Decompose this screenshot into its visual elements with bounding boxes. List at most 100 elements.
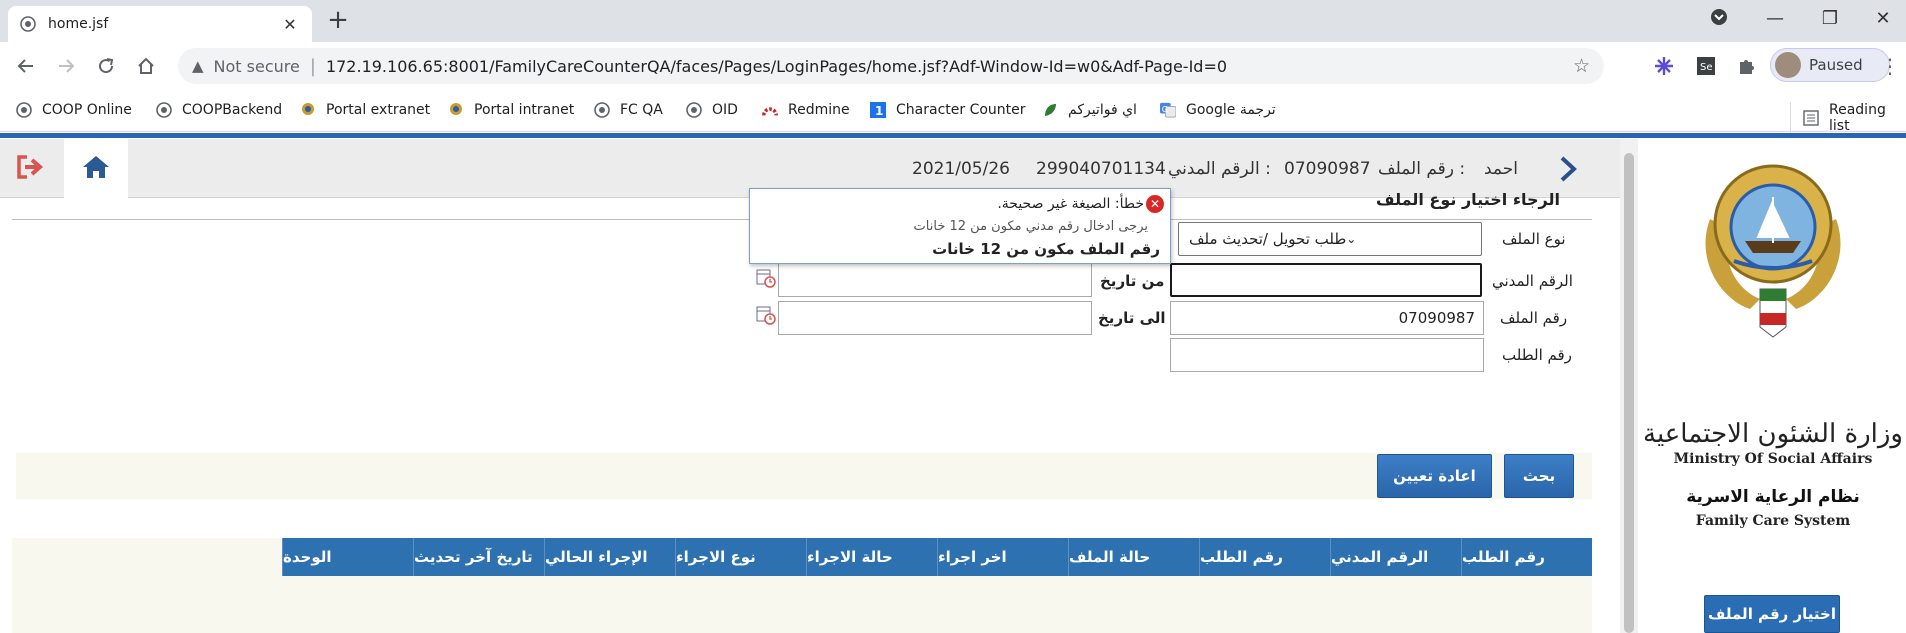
home-browser-icon[interactable]	[132, 52, 160, 80]
error-message: رقم الملف مكون من 12 خانات	[932, 240, 1160, 258]
selenium-icon[interactable]: Se	[1694, 54, 1718, 78]
column-header[interactable]: رقم الطلب	[1199, 538, 1330, 576]
url-text: 172.19.106.65:8001/FamilyCareCounterQA/f…	[325, 56, 1228, 76]
top-accent-bar	[0, 133, 1906, 138]
profile-button[interactable]: Paused	[1770, 48, 1890, 82]
civil-id-input[interactable]	[1170, 263, 1482, 297]
minimize-icon[interactable]: —	[1760, 8, 1790, 29]
header-user-name: احمد	[1484, 159, 1518, 179]
browser-tab[interactable]: home.jsf ✕	[8, 6, 312, 42]
request-no-input[interactable]	[1170, 338, 1484, 372]
to-date-input[interactable]	[778, 301, 1092, 335]
header-date: 2021/05/26	[912, 159, 1010, 179]
header-file-label: رقم الملف :	[1378, 159, 1466, 179]
bookmark-item[interactable]: FC QA	[594, 102, 663, 118]
column-header[interactable]: حالة الاجراء	[806, 538, 937, 576]
svg-text:1: 1	[875, 104, 883, 118]
reading-list[interactable]: Reading list	[1790, 102, 1906, 134]
file-type-label: نوع الملف	[1502, 230, 1566, 248]
address-bar[interactable]: ▲ Not secure | 172.19.106.65:8001/Family…	[178, 48, 1604, 84]
column-header[interactable]: تاريخ آخر تحديث	[413, 538, 544, 576]
browser-menu-icon[interactable]: ⋮	[1880, 54, 1900, 78]
file-type-value: طلب تحويل /تحديث ملف	[1189, 230, 1347, 248]
file-type-select[interactable]: طلب تحويل /تحديث ملف ⌄	[1178, 222, 1482, 256]
column-header[interactable]: حالة الملف	[1068, 538, 1199, 576]
sidebar-panel	[1640, 139, 1906, 633]
emblem-icon	[300, 102, 316, 118]
column-header[interactable]: نوع الاجراء	[675, 538, 806, 576]
select-file-button[interactable]: اختيار رقم الملف	[1704, 595, 1840, 633]
column-header[interactable]: الإجراء الحالي	[544, 538, 675, 576]
bookmarks-bar: COOP Online COOPBackend Portal extranet …	[0, 90, 1906, 134]
error-popup: ✕ خطأ: الصيغة غير صحيحة. يرجى ادخال رقم …	[749, 188, 1171, 264]
error-title: خطأ: الصيغة غير صحيحة.	[997, 196, 1144, 212]
bookmark-item[interactable]: OID	[686, 102, 738, 118]
error-title-row: ✕ خطأ: الصيغة غير صحيحة.	[997, 195, 1164, 213]
reset-button[interactable]: اعادة تعيين	[1377, 454, 1492, 498]
file-no-input[interactable]	[1170, 301, 1484, 335]
number-one-icon: 1	[870, 102, 886, 118]
request-no-label: رقم الطلب	[1502, 346, 1572, 364]
reload-icon[interactable]	[92, 52, 120, 80]
chevron-right-icon[interactable]	[1558, 155, 1578, 187]
bookmark-item[interactable]: COOPBackend	[156, 102, 282, 118]
ministry-name-en: Ministry Of Social Affairs	[1673, 451, 1873, 467]
reading-list-icon	[1803, 110, 1819, 126]
warning-icon: ▲	[192, 57, 204, 75]
forward-icon[interactable]	[52, 52, 80, 80]
kuwait-emblem-logo	[1705, 164, 1841, 338]
home-button[interactable]	[64, 139, 128, 198]
header-civil-label: الرقم المدني :	[1168, 159, 1271, 179]
extensions-puzzle-icon[interactable]	[1734, 54, 1758, 78]
error-detail: يرجى ادخال رقم مدني مكون من 12 خانات	[913, 219, 1148, 234]
calendar-icon[interactable]	[756, 268, 778, 290]
globe-icon	[686, 102, 702, 118]
from-date-input[interactable]	[778, 263, 1092, 297]
tab-search-icon[interactable]	[1704, 8, 1734, 31]
close-tab-icon[interactable]: ✕	[280, 15, 300, 34]
column-header[interactable]: الرقم المدني	[1330, 538, 1461, 576]
back-icon[interactable]	[12, 52, 40, 80]
to-date-label: الى تاريخ	[1098, 309, 1166, 327]
svg-text:G: G	[1162, 105, 1168, 114]
column-header[interactable]: رقم الطلب	[1461, 538, 1592, 576]
bookmark-item[interactable]: Portal extranet	[300, 102, 430, 118]
bookmark-item[interactable]: اي فواتيركم	[1042, 102, 1137, 118]
restore-icon[interactable]: ❐	[1815, 8, 1845, 29]
from-date-label: من تاريخ	[1100, 272, 1165, 290]
system-name-en: Family Care System	[1695, 513, 1851, 529]
system-name-ar: نظام الرعاية الاسرية	[1686, 487, 1860, 507]
close-window-icon[interactable]: ✕	[1868, 8, 1898, 29]
civil-id-label: الرقم المدني	[1492, 272, 1573, 290]
bookmark-item[interactable]: 1 Character Counter	[870, 102, 1026, 118]
ministry-arabic-calligraphy: وزارة الشئون الاجتماعية	[1643, 419, 1903, 449]
avatar	[1775, 52, 1801, 78]
column-header[interactable]: الوحدة	[282, 538, 413, 576]
column-header[interactable]: اخر اجراء	[937, 538, 1068, 576]
extension-sparkle-icon[interactable]	[1652, 54, 1676, 78]
scrollbar-thumb[interactable]	[1624, 153, 1634, 633]
header-civil-value: 299040701134	[1036, 159, 1166, 179]
globe-icon	[20, 16, 36, 32]
star-icon[interactable]: ☆	[1573, 55, 1590, 77]
error-icon: ✕	[1146, 195, 1164, 213]
bookmark-item[interactable]: COOP Online	[16, 102, 132, 118]
emblem-icon	[448, 102, 464, 118]
button-band	[16, 453, 1592, 499]
bookmark-item[interactable]: Redmine	[762, 102, 850, 118]
header-file-value: 07090987	[1284, 159, 1371, 179]
redmine-icon	[762, 102, 778, 118]
form-title: الرجاء اختيار نوع الملف	[1376, 190, 1560, 209]
leaf-icon	[1042, 102, 1058, 118]
globe-icon	[156, 102, 172, 118]
globe-icon	[16, 102, 32, 118]
bookmark-item[interactable]: Portal intranet	[448, 102, 574, 118]
calendar-icon[interactable]	[756, 305, 778, 327]
logout-icon[interactable]	[10, 147, 50, 187]
bookmark-item[interactable]: G Google ترجمة	[1160, 102, 1276, 118]
not-secure-label: Not secure	[213, 56, 300, 76]
search-button[interactable]: بحث	[1504, 454, 1574, 498]
svg-text:Se: Se	[1700, 62, 1713, 73]
home-icon	[82, 154, 110, 184]
new-tab-button[interactable]: +	[324, 7, 352, 35]
